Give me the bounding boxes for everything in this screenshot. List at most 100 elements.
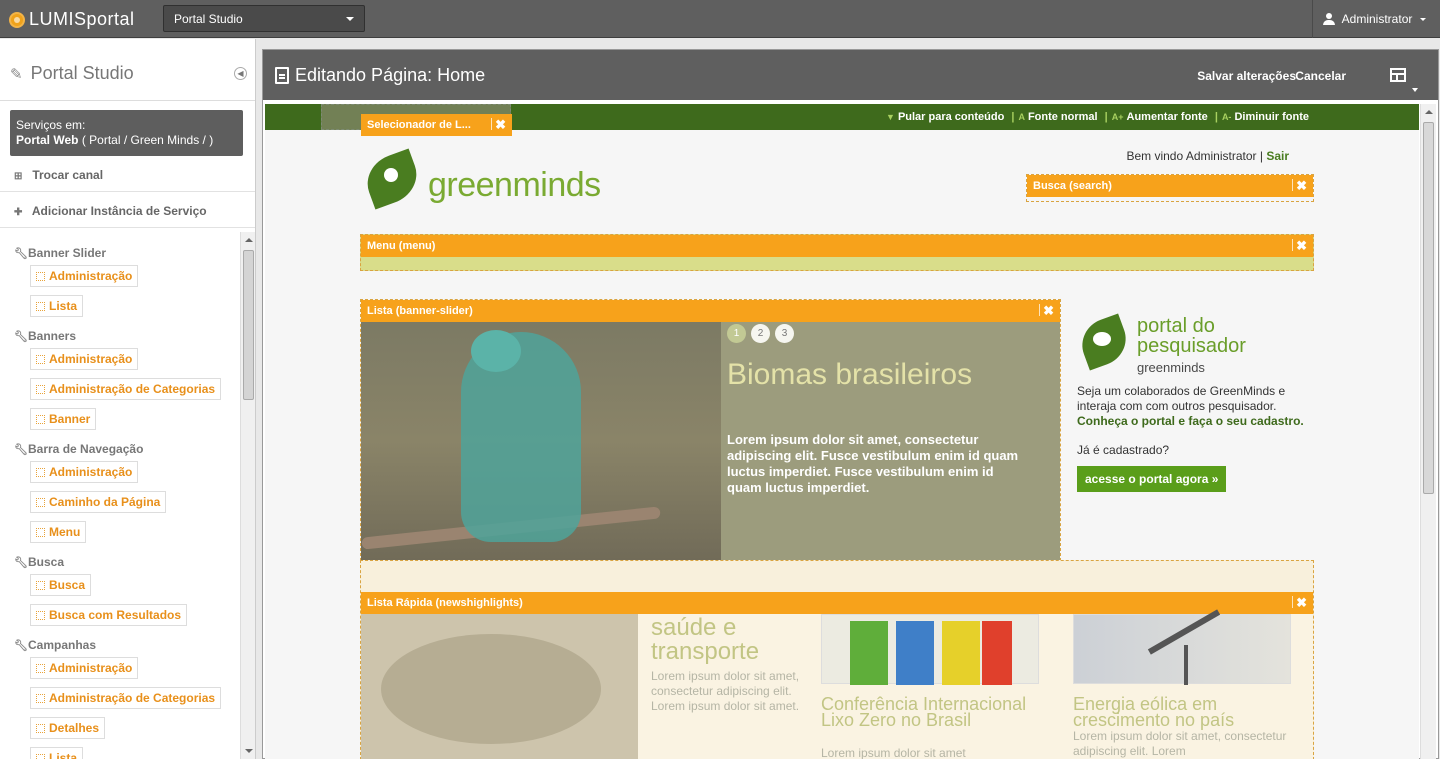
service-item[interactable]: Detalhes (30, 717, 106, 739)
editor-header: Editando Página: Home Salvar alterações … (263, 50, 1438, 100)
skip-to-content-link[interactable]: Pular para conteúdo (898, 111, 1004, 123)
access-portal-button[interactable]: acesse o portal agora » (1077, 466, 1227, 492)
service-item[interactable]: Administração (30, 348, 139, 370)
font-decrease-link[interactable]: Diminuir fonte (1234, 111, 1309, 123)
logout-link[interactable]: Sair (1266, 149, 1289, 163)
news-title[interactable]: Conferência Internacional Lixo Zero no B… (821, 695, 1051, 729)
sidebar-scrollbar[interactable] (240, 232, 255, 759)
service-item[interactable]: Busca com Resultados (30, 604, 188, 626)
portal-select-value: Portal Studio (174, 12, 243, 26)
chevron-down-icon[interactable] (1412, 88, 1418, 92)
greenminds-logo[interactable]: greenminds (362, 150, 601, 211)
parrot-head-shape (471, 330, 521, 372)
module-bar-selecionador[interactable]: Selecionador de L... ✖ (361, 114, 512, 136)
sidebar: ✎ Portal Studio ◀ Serviços em: Portal We… (0, 39, 256, 759)
service-box-icon (36, 385, 45, 394)
user-icon (1323, 13, 1335, 25)
news-title[interactable]: Energia eólica em crescimento no país (1073, 695, 1303, 729)
service-box-icon (36, 415, 45, 424)
welcome-message: Bem vindo Administrator | (1126, 149, 1263, 163)
service-box-icon (36, 694, 45, 703)
service-item[interactable]: Administração (30, 461, 139, 483)
module-bar-newshighlights[interactable]: Lista Rápida (newshighlights) ✖ (361, 592, 1313, 614)
layout-icon[interactable] (1390, 68, 1406, 82)
portal-select[interactable]: Portal Studio (163, 5, 365, 32)
lumis-logo-icon (9, 11, 25, 28)
service-box-icon (36, 498, 45, 507)
service-item[interactable]: Administração de Categorias (30, 687, 222, 709)
separator (1292, 239, 1293, 251)
service-item[interactable]: Administração (30, 265, 139, 287)
service-item[interactable]: Banner (30, 408, 97, 430)
pesquisador-cta-text[interactable]: Conheça o portal e faça o seu cadastro. (1077, 414, 1304, 428)
add-service-instance-link[interactable]: ✚ Adicionar Instância de Serviço (0, 192, 255, 228)
scroll-thumb[interactable] (1423, 122, 1434, 494)
busca-outline (1026, 174, 1314, 202)
module-bar-menu[interactable]: Menu (menu) ✖ (361, 235, 1313, 257)
service-item[interactable]: Lista (30, 295, 84, 317)
pesquisador-question: Já é cadastrado? (1077, 443, 1170, 457)
sidebar-title-text: Portal Studio (30, 63, 134, 83)
canvas-scrollbar[interactable] (1420, 104, 1436, 759)
slider-pagination: 123 (727, 324, 799, 343)
services-path: ( Portal / Green Minds / ) (81, 133, 214, 147)
leaf-logo-icon (362, 150, 422, 208)
news-photo-smoke[interactable] (361, 614, 638, 759)
font-increase-link[interactable]: Aumentar fonte (1127, 111, 1208, 123)
font-normal-icon: A (1018, 112, 1025, 122)
add-service-instance-label: Adicionar Instância de Serviço (31, 204, 207, 218)
news-photo-wind-turbine[interactable] (1073, 614, 1291, 685)
top-bar: LUMISportal Portal Studio Administrator (0, 0, 1440, 38)
slider-dot[interactable]: 1 (727, 324, 746, 343)
add-instance-icon: ✚ (14, 207, 23, 218)
news-body: Lorem ipsum dolor sit amet (821, 746, 966, 759)
page-editor: Editando Página: Home Salvar alterações … (262, 49, 1439, 759)
parrot-photo (361, 322, 721, 560)
module-bar-banner-slider[interactable]: Lista (banner-slider) ✖ (361, 300, 1060, 322)
service-box-icon (36, 302, 45, 311)
scroll-thumb[interactable] (243, 250, 254, 400)
trocar-canal-link[interactable]: ⊞ Trocar canal (0, 156, 255, 192)
lumis-logo[interactable]: LUMISportal (9, 9, 135, 30)
chevron-down-icon (346, 17, 354, 21)
portal-pesquisador-brand: greenminds (1137, 360, 1205, 375)
module-title: Lista (banner-slider) (367, 305, 473, 317)
news-body: Lorem ipsum dolor sit amet, consectetur … (651, 669, 800, 713)
scroll-up-icon[interactable] (245, 238, 253, 242)
slider-dot[interactable]: 3 (775, 324, 794, 343)
portal-pesquisador-box: portal do pesquisador greenminds Seja um … (1074, 312, 1317, 492)
service-item[interactable]: Busca (30, 574, 92, 596)
group-barra-navegacao: 🔧︎Barra de Navegação (14, 442, 144, 456)
module-title: Menu (menu) (367, 240, 436, 252)
banner-slider[interactable]: 123 Biomas brasileiros Lorem ipsum dolor… (361, 322, 1060, 560)
service-box-icon (36, 664, 45, 673)
close-icon[interactable]: ✖ (1043, 303, 1054, 319)
save-changes-button[interactable]: Salvar alterações (1197, 69, 1296, 83)
wrench-icon: 🔧︎ (14, 248, 28, 260)
speech-bubble-icon (1093, 332, 1111, 346)
separator (1292, 596, 1293, 608)
collapse-sidebar-icon[interactable]: ◀ (234, 67, 247, 80)
separator: | (1104, 111, 1108, 123)
service-item[interactable]: Menu (30, 521, 87, 543)
service-item[interactable]: Lista (30, 747, 84, 759)
close-icon[interactable]: ✖ (495, 117, 506, 133)
slider-dot[interactable]: 2 (751, 324, 770, 343)
user-menu[interactable]: Administrator (1312, 0, 1440, 38)
logo-word: greenminds (428, 166, 601, 204)
service-item[interactable]: Administração (30, 657, 139, 679)
scroll-up-icon[interactable] (1425, 110, 1433, 114)
service-item[interactable]: Administração de Categorias (30, 378, 222, 400)
trocar-canal-label: Trocar canal (32, 168, 104, 182)
close-icon[interactable]: ✖ (1296, 238, 1307, 254)
accessibility-links: ▼ Pular para conteúdo | A Fonte normal | A+ A… (886, 111, 1309, 123)
news-photo-recycle-bins[interactable] (821, 614, 1039, 685)
close-icon[interactable]: ✖ (1296, 595, 1307, 611)
service-item[interactable]: Caminho da Página (30, 491, 167, 513)
font-normal-link[interactable]: Fonte normal (1028, 111, 1098, 123)
cancel-button[interactable]: Cancelar (1295, 69, 1346, 83)
service-box-icon (36, 355, 45, 364)
news-title[interactable]: saúde e transporte (651, 616, 811, 664)
module-title: Lista Rápida (newshighlights) (367, 597, 523, 609)
scroll-down-icon[interactable] (245, 749, 253, 753)
